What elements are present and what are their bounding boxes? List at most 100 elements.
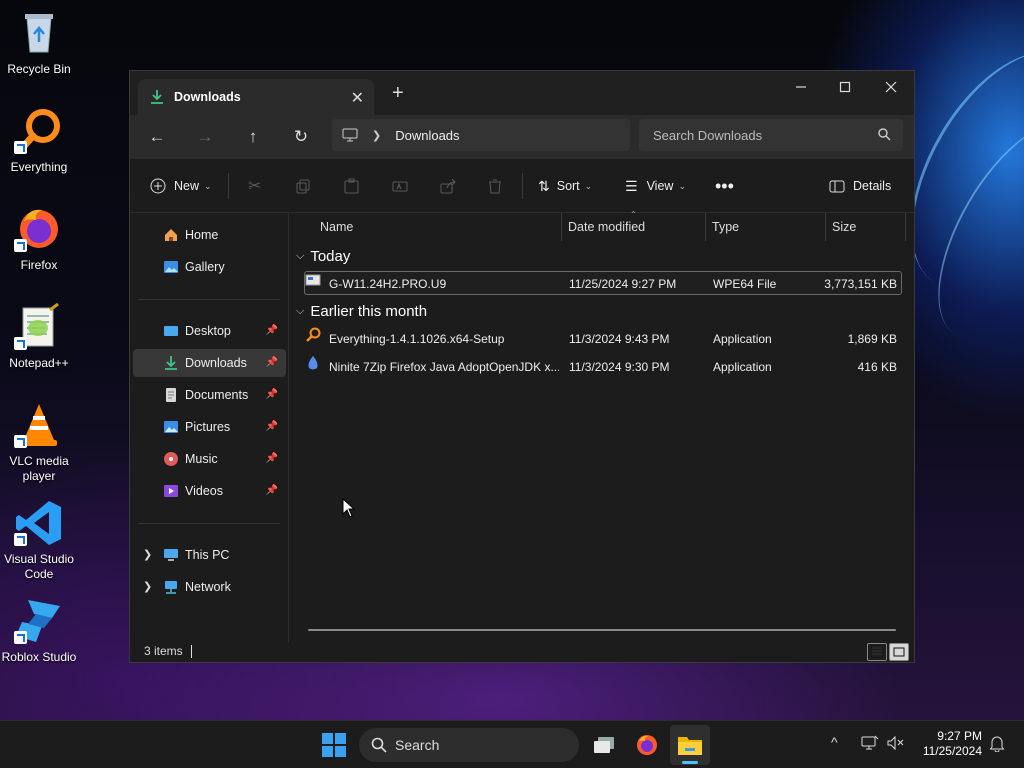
sidebar-item-downloads[interactable]: Downloads 📌: [133, 349, 286, 377]
new-label: New: [174, 179, 200, 193]
desktop-icon-firefox[interactable]: Firefox: [0, 204, 78, 273]
home-icon: [165, 229, 177, 241]
running-indicator: [682, 761, 698, 764]
toolbar-divider: [228, 173, 229, 199]
paste-button[interactable]: [344, 174, 359, 198]
file-date: 11/3/2024 9:30 PM: [569, 360, 670, 374]
tab-downloads[interactable]: Downloads ✕: [138, 79, 374, 115]
chevron-right-icon[interactable]: ❯: [143, 548, 152, 561]
desktop-icon-label: Visual Studio Code: [4, 552, 74, 581]
minimize-icon: [796, 86, 806, 88]
download-icon: [165, 356, 177, 370]
minimize-button[interactable]: [778, 71, 824, 103]
desktop-icon-notepadpp[interactable]: Notepad++: [0, 302, 78, 371]
sidebar-item-label: Documents: [185, 388, 249, 402]
sidebar-item-this-pc[interactable]: ❯ This PC: [133, 541, 286, 569]
file-type: Application: [713, 360, 772, 374]
search-input[interactable]: [653, 127, 863, 143]
start-button[interactable]: [322, 733, 346, 760]
search-box[interactable]: [639, 119, 903, 151]
sidebar-item-home[interactable]: Home: [133, 221, 286, 249]
rename-button[interactable]: [392, 174, 408, 198]
sidebar-item-desktop[interactable]: Desktop 📌: [133, 317, 286, 345]
column-header-name[interactable]: Name: [314, 213, 562, 241]
windows-logo-icon: [322, 733, 346, 757]
desktop-icon-roblox-studio[interactable]: Roblox Studio: [0, 596, 78, 665]
sort-button[interactable]: ⇅ Sort ⌄: [538, 174, 592, 198]
refresh-button[interactable]: ↻: [285, 121, 317, 153]
taskbar-search-box[interactable]: Search: [359, 728, 579, 762]
file-row[interactable]: Everything-1.4.1.1026.x64-Setup 11/3/202…: [304, 326, 902, 350]
close-button[interactable]: [868, 71, 914, 103]
file-row[interactable]: Ninite 7Zip Firefox Java AdoptOpenJDK x.…: [304, 354, 902, 378]
sidebar-item-network[interactable]: ❯ Network: [133, 573, 286, 601]
copy-button[interactable]: [296, 174, 311, 198]
file-row[interactable]: G-W11.24H2.PRO.U9 11/25/2024 9:27 PM WPE…: [304, 271, 902, 295]
forward-button[interactable]: →: [189, 121, 221, 153]
desktop-icon-recycle-bin[interactable]: Recycle Bin: [0, 8, 78, 77]
file-list: Name ⌃ Date modified Type Size ⌵ Today G…: [290, 210, 914, 643]
task-view-button[interactable]: [584, 725, 624, 765]
pictures-icon: [164, 421, 178, 433]
tab-close-icon[interactable]: ✕: [351, 88, 364, 108]
this-pc-icon: [164, 549, 178, 561]
group-header-today[interactable]: ⌵ Today: [296, 245, 350, 267]
sidebar-item-documents[interactable]: Documents 📌: [133, 381, 286, 409]
everything-icon: [306, 327, 321, 342]
new-tab-button[interactable]: +: [392, 83, 404, 103]
column-header-size[interactable]: Size: [826, 213, 906, 241]
sidebar-divider: [138, 299, 280, 300]
view-button[interactable]: ☰ View ⌄: [625, 174, 686, 198]
details-view-button[interactable]: [867, 643, 887, 661]
file-name: Ninite 7Zip Firefox Java AdoptOpenJDK x.…: [329, 360, 559, 374]
file-explorer-window[interactable]: Downloads ✕ + ← → ↑ ↻ ❯ Downloads Search…: [129, 70, 915, 663]
chevron-right-icon: ❯: [372, 129, 382, 142]
delete-button[interactable]: [488, 174, 502, 198]
desktop-icon-vscode[interactable]: Visual Studio Code: [0, 498, 78, 582]
desktop-icon-label: VLC media player: [9, 454, 69, 483]
desktop-icon-everything[interactable]: Everything: [0, 106, 78, 175]
maximize-button[interactable]: [822, 71, 868, 103]
network-icon[interactable]: [861, 735, 879, 751]
pin-icon: 📌: [265, 325, 278, 336]
status-divider: [191, 645, 192, 658]
sidebar-item-pictures[interactable]: Pictures 📌: [133, 413, 286, 441]
group-header-earlier-this-month[interactable]: ⌵ Earlier this month: [296, 300, 427, 322]
details-label: Details: [853, 179, 892, 193]
chevron-right-icon[interactable]: ❯: [143, 580, 152, 593]
new-button[interactable]: New ⌄: [150, 174, 212, 198]
arrow-up-icon: ↑: [248, 127, 258, 146]
chevron-down-icon: ⌄: [204, 180, 212, 191]
videos-icon: [164, 485, 178, 497]
firefox-icon: [637, 735, 657, 755]
sidebar-item-videos[interactable]: Videos 📌: [133, 477, 286, 505]
sidebar-item-label: Gallery: [185, 260, 225, 274]
horizontal-scrollbar[interactable]: [308, 629, 896, 631]
column-header-date[interactable]: Date modified: [562, 213, 706, 241]
sidebar-item-music[interactable]: Music 📌: [133, 445, 286, 473]
back-button[interactable]: ←: [141, 121, 173, 153]
notification-bell-icon[interactable]: [989, 735, 1005, 752]
ninite-icon: [308, 356, 318, 370]
tab-label: Downloads: [174, 90, 241, 104]
share-icon: [440, 178, 456, 193]
more-options-button[interactable]: •••: [715, 174, 734, 198]
clock[interactable]: 9:27 PM 11/25/2024: [912, 729, 982, 759]
title-bar[interactable]: Downloads ✕ +: [130, 71, 914, 115]
taskbar-firefox[interactable]: [627, 725, 667, 765]
cut-button[interactable]: ✂: [248, 174, 261, 198]
sidebar-item-gallery[interactable]: Gallery: [133, 253, 286, 281]
search-icon: [371, 737, 387, 753]
address-bar[interactable]: ❯ Downloads: [332, 119, 630, 151]
volume-muted-icon[interactable]: [887, 735, 905, 751]
notepadpp-icon: [14, 302, 64, 352]
tiles-view-button[interactable]: [889, 643, 909, 661]
taskbar-file-explorer[interactable]: [670, 725, 710, 765]
desktop-icon-vlc[interactable]: VLC media player: [0, 400, 78, 484]
share-button[interactable]: [440, 174, 456, 198]
item-count: 3 items: [144, 644, 183, 658]
show-hidden-icons-button[interactable]: ^: [831, 734, 838, 750]
details-pane-button[interactable]: Details: [829, 174, 891, 198]
column-header-type[interactable]: Type: [706, 213, 826, 241]
up-button[interactable]: ↑: [237, 121, 269, 153]
